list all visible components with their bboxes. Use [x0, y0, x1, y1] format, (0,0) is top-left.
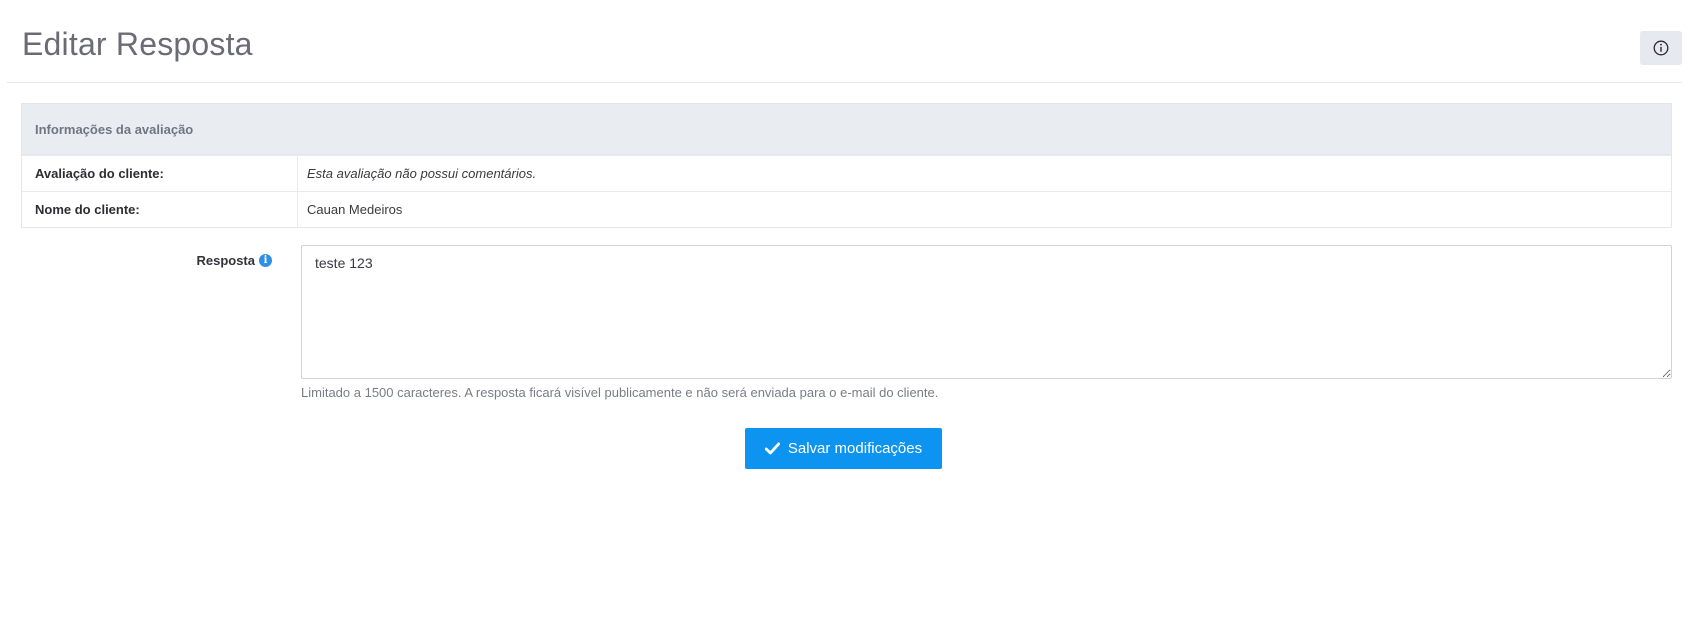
review-comment-label: Avaliação do cliente:	[22, 156, 298, 191]
customer-name-value: Cauan Medeiros	[307, 202, 403, 217]
review-info-header: Informações da avaliação	[22, 104, 1671, 155]
response-label-text: Resposta	[196, 253, 255, 268]
edit-response-page: Editar Resposta Informações da avaliação…	[0, 0, 1689, 631]
review-comment-value: Esta avaliação não possui comentários.	[307, 166, 537, 181]
customer-name-label: Nome do cliente:	[22, 192, 298, 227]
check-icon	[764, 442, 780, 455]
page-title: Editar Resposta	[22, 26, 253, 62]
review-info-table: Informações da avaliação Avaliação do cl…	[21, 103, 1672, 228]
page-header: Editar Resposta	[7, 0, 1682, 83]
save-button-label: Salvar modificações	[787, 440, 923, 457]
save-button[interactable]: Salvar modificações	[745, 428, 942, 469]
info-circle-icon	[1653, 40, 1669, 56]
response-help-text: Limitado a 1500 caracteres. A resposta f…	[301, 385, 939, 400]
table-row: Nome do cliente: Cauan Medeiros	[22, 191, 1671, 227]
info-icon[interactable]: i	[259, 254, 272, 267]
info-button[interactable]	[1640, 31, 1682, 65]
response-label: Resposta i	[21, 253, 272, 268]
table-row: Avaliação do cliente: Esta avaliação não…	[22, 155, 1671, 191]
response-textarea[interactable]: teste 123	[301, 245, 1672, 379]
